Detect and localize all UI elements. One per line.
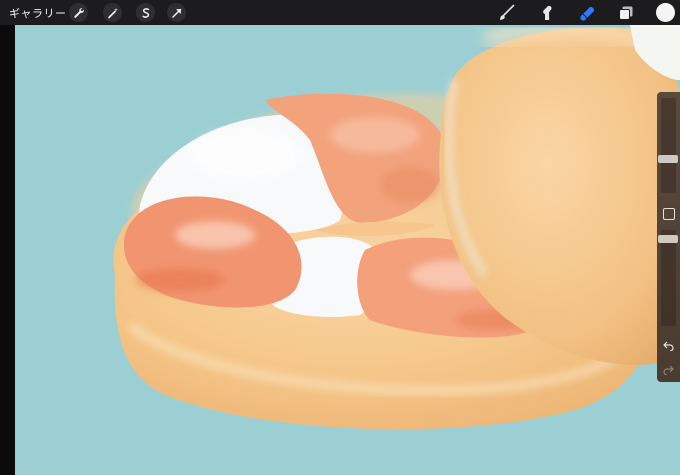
redo-icon — [663, 365, 674, 375]
brush-sidebar — [657, 92, 680, 382]
brush-opacity-thumb[interactable] — [658, 235, 678, 243]
modify-button[interactable] — [663, 208, 675, 220]
gallery-button[interactable]: ギャラリー — [9, 5, 67, 21]
color-picker-button[interactable] — [656, 3, 675, 22]
adjustments-button[interactable] — [103, 3, 122, 22]
layers-icon — [619, 6, 633, 20]
wrench-icon — [73, 7, 84, 18]
selection-icon — [141, 7, 149, 18]
magic-wand-icon — [107, 7, 118, 18]
canvas-left-edge — [0, 25, 15, 475]
undo-icon — [663, 341, 674, 351]
brush-opacity-slider[interactable] — [658, 230, 678, 326]
top-toolbar: ギャラリー — [0, 0, 680, 25]
eraser-tool-button[interactable] — [576, 2, 598, 24]
brush-icon — [500, 4, 515, 20]
transform-arrow-icon — [171, 8, 181, 18]
smudge-icon — [543, 5, 552, 20]
brush-tool-button[interactable] — [496, 2, 518, 24]
actions-button[interactable] — [69, 3, 88, 22]
undo-button[interactable] — [661, 339, 676, 353]
painting — [15, 25, 680, 475]
drawing-canvas[interactable] — [15, 25, 680, 475]
redo-button[interactable] — [661, 363, 676, 377]
eraser-icon — [580, 6, 595, 21]
smudge-tool-button[interactable] — [536, 2, 558, 24]
layers-button[interactable] — [615, 2, 637, 24]
selection-button[interactable] — [136, 3, 155, 22]
brush-size-slider[interactable] — [658, 98, 678, 193]
transform-button[interactable] — [167, 3, 186, 22]
brush-size-thumb[interactable] — [658, 155, 678, 163]
